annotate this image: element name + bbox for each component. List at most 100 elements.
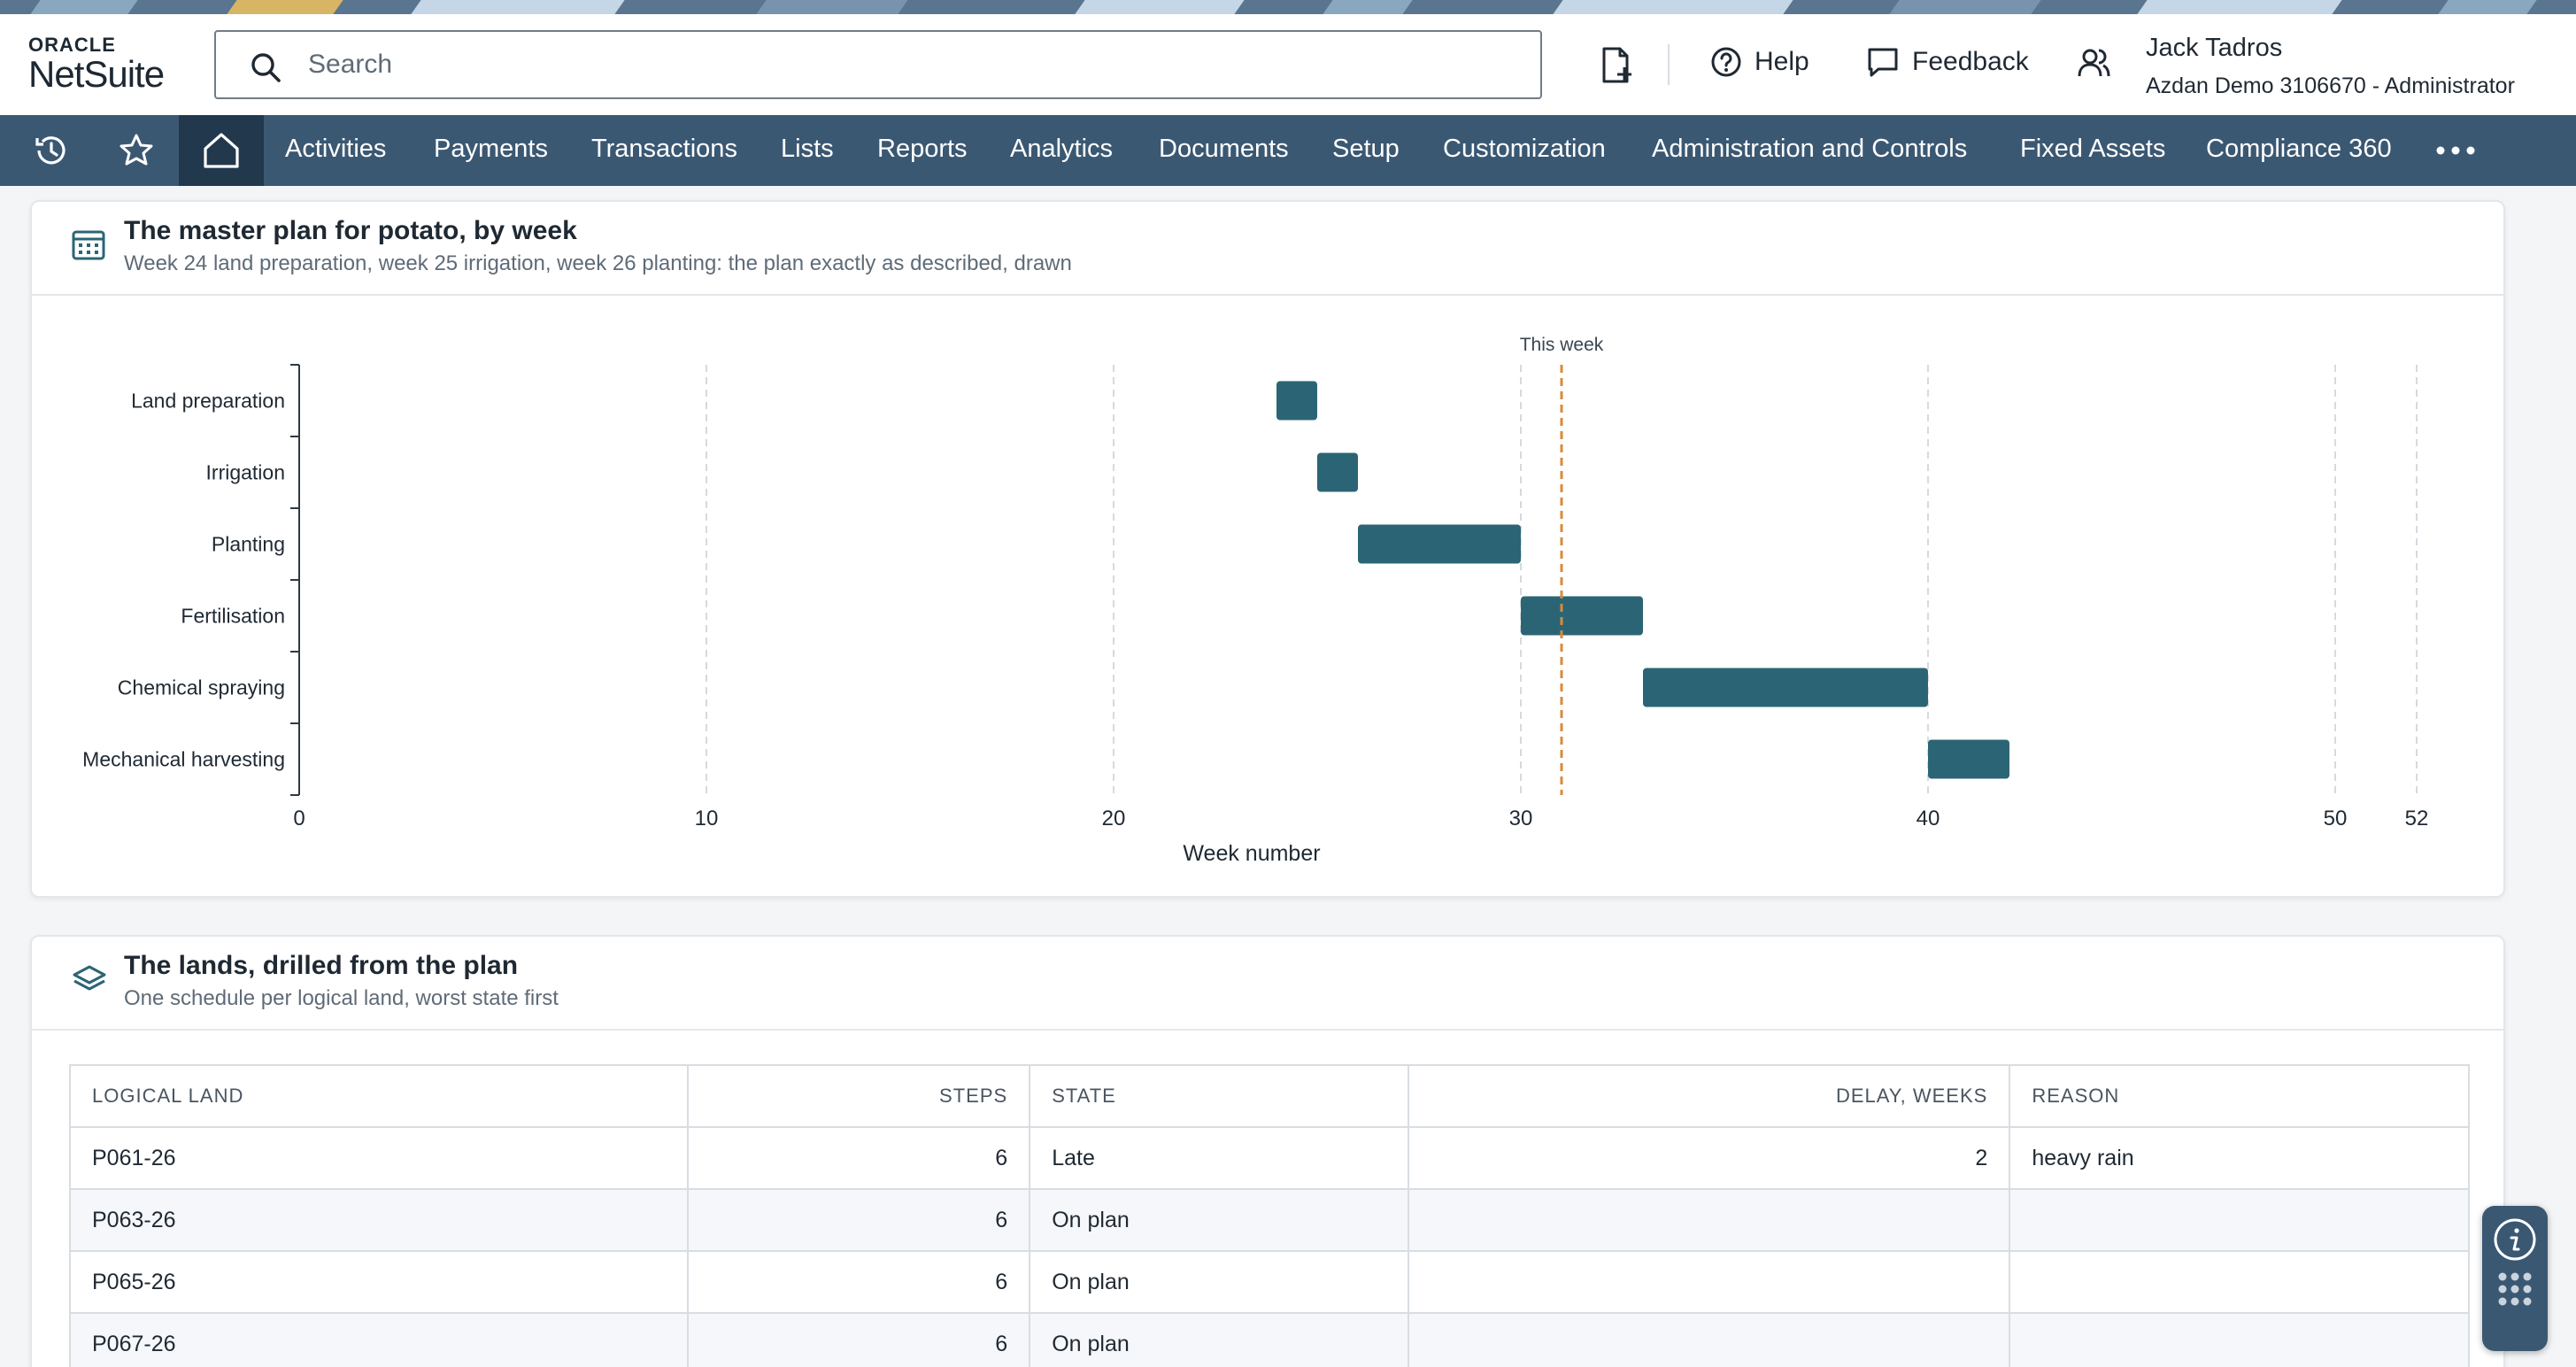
task-bar — [1317, 452, 1358, 492]
cell-state: On plan — [1029, 1250, 1409, 1314]
x-tick-label: 40 — [1917, 807, 1940, 830]
nav-item-customization[interactable]: Customization — [1443, 135, 1606, 164]
table-row[interactable]: P063-26 6 On plan — [68, 1188, 2470, 1252]
table-row[interactable]: P067-26 6 On plan — [68, 1312, 2470, 1367]
x-tick-label: 30 — [1509, 807, 1533, 830]
lands-title: The lands, drilled from the plan — [124, 951, 519, 980]
cell-steps: 6 — [687, 1312, 1031, 1367]
cell-state: On plan — [1029, 1188, 1409, 1252]
column-header-state[interactable]: STATE — [1029, 1064, 1409, 1128]
help-label: Help — [1755, 47, 1809, 76]
task-label: Land preparation — [131, 390, 285, 413]
cell-reason: heavy rain — [2009, 1126, 2470, 1190]
cell-delay-weeks — [1407, 1312, 2011, 1367]
more-menu-button[interactable] — [2420, 115, 2491, 186]
column-header-steps[interactable]: STEPS — [687, 1064, 1031, 1128]
column-header-logical-land[interactable]: LOGICAL LAND — [68, 1064, 690, 1128]
cell-logical-land[interactable]: P063-26 — [68, 1188, 690, 1252]
task-label: Planting — [212, 533, 285, 556]
cell-state: On plan — [1029, 1312, 1409, 1367]
x-tick-label: 10 — [695, 807, 719, 830]
cell-delay-weeks — [1407, 1250, 2011, 1314]
cell-steps: 6 — [687, 1188, 1031, 1252]
x-tick-label: 0 — [293, 807, 305, 830]
search-icon — [251, 53, 281, 82]
user-name: Jack Tadros — [2146, 34, 2283, 62]
table-row[interactable]: P061-26 6 Late 2 heavy rain — [68, 1126, 2470, 1190]
task-label: Chemical spraying — [118, 676, 285, 699]
nav-item-reports[interactable]: Reports — [877, 135, 968, 164]
x-tick-label: 52 — [2405, 807, 2429, 830]
netsuite-logo[interactable]: ORACLE NetSuite — [28, 34, 165, 96]
home-icon — [204, 133, 239, 168]
cell-delay-weeks: 2 — [1407, 1126, 2011, 1190]
feedback-icon — [1868, 48, 1898, 77]
week-plan-gantt-chart: Land preparation Irrigation Planting Fertil… — [82, 335, 2429, 866]
nav-item-compliance-360[interactable]: Compliance 360 — [2206, 135, 2392, 164]
cell-reason — [2009, 1312, 2470, 1367]
task-bar — [1928, 739, 2009, 779]
more-icon — [2436, 146, 2475, 155]
column-header-reason[interactable]: REASON — [2009, 1064, 2470, 1128]
master-plan-header: The master plan for potato, by week Week… — [32, 202, 2503, 296]
cell-reason — [2009, 1250, 2470, 1314]
recent-records-button[interactable] — [16, 115, 87, 186]
global-search-box[interactable] — [214, 30, 1542, 99]
nav-item-documents[interactable]: Documents — [1159, 135, 1289, 164]
task-label: Mechanical harvesting — [82, 748, 285, 771]
favorites-button[interactable] — [101, 115, 172, 186]
feedback-label: Feedback — [1912, 47, 2029, 76]
layers-icon — [73, 965, 106, 991]
task-bar — [1358, 524, 1521, 564]
help-button[interactable]: Help — [1710, 46, 1809, 78]
cell-logical-land[interactable]: P067-26 — [68, 1312, 690, 1367]
history-icon — [35, 136, 66, 165]
nav-item-administration-and-controls[interactable]: Administration and Controls — [1652, 135, 1967, 164]
logo-netsuite-text: NetSuite — [28, 53, 165, 95]
apps-grid-icon[interactable] — [2495, 1270, 2534, 1309]
user-menu[interactable]: Jack Tadros Azdan Demo 3106670 - Adminis… — [2146, 34, 2515, 99]
x-tick-label: 20 — [1102, 807, 1126, 830]
info-widget[interactable] — [2482, 1206, 2548, 1351]
cell-state: Late — [1029, 1126, 1409, 1190]
help-icon — [1711, 47, 1741, 77]
search-input[interactable] — [308, 44, 1512, 85]
new-record-icon[interactable] — [1599, 46, 1634, 85]
this-week-label: This week — [1520, 335, 1604, 355]
lands-subtitle: One schedule per logical land, worst sta… — [124, 986, 559, 1010]
global-header: ORACLE NetSuite Help Feedback — [0, 14, 2576, 115]
cell-reason — [2009, 1188, 2470, 1252]
task-label: Fertilisation — [181, 605, 285, 628]
nav-item-transactions[interactable]: Transactions — [591, 135, 737, 164]
nav-item-lists[interactable]: Lists — [781, 135, 834, 164]
task-bar — [1643, 668, 1928, 707]
master-plan-portlet: The master plan for potato, by week Week… — [30, 200, 2505, 898]
role-switcher-icon[interactable] — [2077, 46, 2112, 81]
main-navigation: Activities Payments Transactions Lists R… — [0, 115, 2576, 186]
table-row[interactable]: P065-26 6 On plan — [68, 1250, 2470, 1314]
home-button[interactable] — [179, 115, 264, 186]
nav-item-payments[interactable]: Payments — [434, 135, 548, 164]
user-role: Azdan Demo 3106670 - Administrator — [2146, 73, 2515, 98]
task-bar — [1276, 381, 1317, 421]
column-header-delay-weeks[interactable]: DELAY, WEEKS — [1407, 1064, 2011, 1128]
star-icon — [120, 134, 153, 166]
nav-item-activities[interactable]: Activities — [285, 135, 386, 164]
cell-logical-land[interactable]: P065-26 — [68, 1250, 690, 1314]
nav-item-analytics[interactable]: Analytics — [1010, 135, 1113, 164]
lands-header: The lands, drilled from the plan One sch… — [32, 937, 2503, 1031]
x-axis-label: Week number — [1183, 841, 1320, 866]
master-plan-title: The master plan for potato, by week — [124, 216, 577, 245]
task-bar — [1521, 596, 1643, 636]
cell-logical-land[interactable]: P061-26 — [68, 1126, 690, 1190]
task-label: Irrigation — [206, 461, 285, 484]
info-icon[interactable] — [2492, 1216, 2538, 1263]
nav-item-setup[interactable]: Setup — [1332, 135, 1400, 164]
lands-table: LOGICAL LAND STEPS STATE DELAY, WEEKS RE… — [68, 1064, 2470, 1367]
feedback-button[interactable]: Feedback — [1866, 46, 2029, 78]
cell-steps: 6 — [687, 1126, 1031, 1190]
header-separator — [1668, 44, 1670, 85]
cell-delay-weeks — [1407, 1188, 2011, 1252]
nav-item-fixed-assets[interactable]: Fixed Assets — [2020, 135, 2165, 164]
x-tick-label: 50 — [2324, 807, 2348, 830]
